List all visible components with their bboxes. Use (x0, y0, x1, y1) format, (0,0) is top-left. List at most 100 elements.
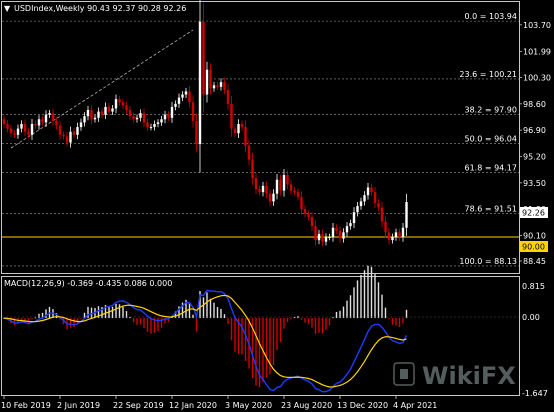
candle-body (349, 223, 352, 227)
macd-histogram-bar (335, 311, 338, 319)
time-axis-label: 4 Apr 2021 (393, 401, 437, 410)
candle-body (174, 103, 177, 107)
candle-body (342, 232, 345, 239)
macd-line (3, 289, 408, 393)
candle-body (279, 179, 282, 191)
macd-histogram-bar (255, 318, 257, 386)
candle-body (86, 110, 90, 117)
macd-axis-zero: 0.00 (522, 313, 540, 322)
candle-body (188, 91, 191, 103)
signal-line (3, 294, 407, 388)
time-axis-label: 22 Sep 2019 (113, 401, 164, 410)
candle-body (34, 123, 37, 126)
candle-body (20, 123, 23, 129)
candle-body (132, 116, 135, 120)
candle-body (331, 227, 335, 238)
macd-histogram-bar (304, 318, 306, 323)
candle-body (223, 82, 226, 90)
macd-histogram-bar (395, 318, 397, 326)
candle-body (380, 207, 384, 222)
price-axis[interactable]: 103.70101.99100.3098.6096.9095.2093.5091… (519, 21, 551, 266)
candle-body (13, 133, 16, 135)
candle-body (233, 128, 237, 134)
candle-body (240, 123, 244, 128)
candle-body (167, 114, 170, 118)
macd-histogram-bar (402, 318, 404, 324)
candle-body (139, 113, 142, 118)
candle-body (335, 227, 338, 231)
candle-body (216, 85, 219, 87)
macd-histogram-bar (269, 318, 271, 375)
triangle-down-icon: ▼ (4, 4, 11, 13)
macd-histogram-bar (381, 294, 383, 319)
candle-body (62, 134, 65, 137)
chart-window[interactable]: 0.0 = 103.94 23.6 = 100.21 38.2 = 97.90 50.… (0, 0, 554, 412)
wikifx-watermark: WikiFX (393, 362, 516, 390)
candle-body (282, 175, 286, 191)
candle-body (27, 131, 30, 135)
macd-histogram-bar (223, 314, 226, 319)
time-axis-label: 3 May 2020 (225, 401, 272, 410)
candle-body (286, 175, 289, 185)
macd-histogram-bar (321, 318, 324, 334)
macd-header: MACD(12,26,9) -0.369 -0.435 0.086 0.000 (4, 279, 172, 288)
candle-body (177, 97, 181, 104)
macd-histogram-bar (265, 318, 268, 378)
macd-histogram-bar (118, 304, 121, 319)
macd-histogram-bar (139, 318, 142, 325)
candle-body (293, 190, 296, 193)
candle-body (107, 106, 111, 112)
macd-histogram-bar (367, 265, 369, 319)
macd-histogram-bar (325, 318, 327, 330)
macd-histogram-bar (220, 308, 222, 319)
price-axis-label: 88.45 (523, 257, 546, 266)
candle-body (184, 91, 188, 95)
candle-body (104, 106, 107, 115)
macd-histogram-bar (290, 318, 292, 320)
fib-level-label: 23.6 = 100.21 (459, 70, 517, 79)
candle-body (48, 113, 51, 115)
candle-body (251, 159, 254, 179)
candle-body (55, 120, 58, 126)
candle-body (261, 185, 265, 193)
candle-body (135, 117, 139, 120)
fib-level-label: 100.0 = 88.13 (459, 257, 517, 266)
macd-histogram-bar (363, 270, 366, 319)
price-axis-label: 100.30 (523, 74, 551, 83)
fib-level-label: 50.0 = 96.04 (464, 134, 517, 143)
macd-histogram-bar (216, 307, 219, 319)
macd-histogram-bar (349, 295, 352, 319)
macd-histogram-bar (48, 306, 51, 319)
candle-body (272, 193, 275, 202)
trendline[interactable] (10, 29, 194, 149)
candle-body (247, 145, 251, 160)
candle-body (237, 123, 240, 134)
macd-histogram-bar (31, 318, 33, 320)
candle-body (142, 113, 146, 123)
time-axis-label: 12 Jan 2020 (169, 401, 217, 410)
macd-histogram-bar (360, 274, 362, 319)
macd-histogram-bar (209, 298, 212, 319)
candle-body (97, 111, 100, 118)
macd-histogram-bar (370, 266, 373, 319)
macd-histogram-bar (318, 318, 320, 333)
time-axis[interactable]: 10 Feb 2019 2 Jun 2019 22 Sep 2019 12 Jan 2… (1, 396, 437, 410)
macd-histogram-bar (213, 302, 215, 319)
candle-body (205, 69, 209, 95)
macd-histogram-bar (356, 280, 359, 319)
candle-body (384, 221, 387, 233)
macd-histogram-bar (206, 292, 208, 319)
candle-body (373, 192, 377, 203)
candle-body (58, 125, 62, 135)
macd-histogram-bar (136, 318, 138, 325)
macd-histogram-bar (122, 306, 124, 319)
macd-histogram-bar (374, 274, 376, 319)
candle-body (289, 184, 293, 191)
candle-body (391, 237, 394, 241)
price-axis-label: 103.70 (523, 21, 551, 30)
candle-body (359, 201, 363, 207)
macd-histogram-bar (195, 318, 198, 332)
fibonacci-levels: 0.0 = 103.94 23.6 = 100.21 38.2 = 97.90 50.… (2, 12, 519, 267)
chart-canvas[interactable]: 0.0 = 103.94 23.6 = 100.21 38.2 = 97.90 50.… (0, 0, 554, 412)
price-panel-frame (1, 1, 520, 274)
